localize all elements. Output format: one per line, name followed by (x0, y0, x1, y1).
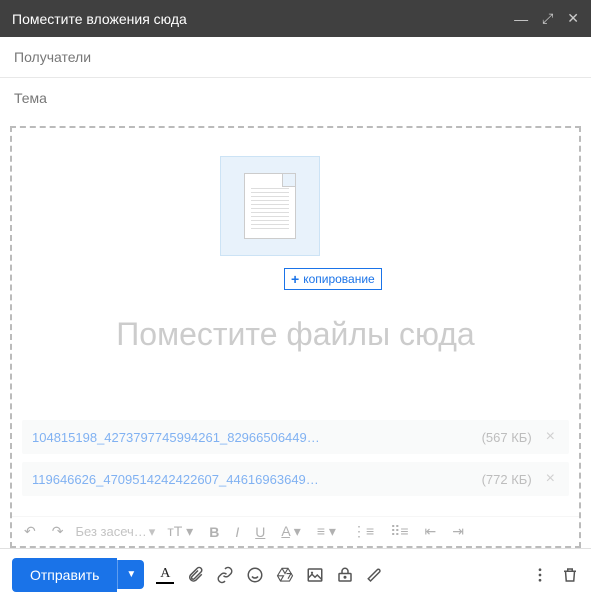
attachment-size: (567 КБ) (482, 430, 532, 445)
more-options-icon[interactable] (531, 566, 549, 584)
plus-icon: + (291, 271, 299, 287)
close-icon[interactable]: ✕ (567, 10, 579, 27)
bottom-toolbar: Отправить ▼ A (0, 548, 591, 600)
chevron-down-icon: ▾ (149, 524, 156, 540)
indent-less-icon[interactable]: ⇤ (421, 521, 441, 542)
bold-icon[interactable]: B (205, 522, 223, 542)
signature-icon[interactable] (366, 566, 384, 584)
attachment-size: (772 КБ) (482, 472, 532, 487)
header-title: Поместите вложения сюда (12, 11, 187, 27)
recipients-field[interactable]: Получатели (0, 37, 591, 78)
font-select[interactable]: Без засеч… ▾ (75, 524, 155, 540)
copy-badge: + копирование (284, 268, 382, 290)
link-icon[interactable] (216, 566, 234, 584)
subject-placeholder: Тема (14, 90, 47, 106)
indent-more-icon[interactable]: ⇥ (448, 521, 468, 542)
send-options-dropdown[interactable]: ▼ (117, 560, 144, 589)
discard-icon[interactable] (561, 566, 579, 584)
drive-icon[interactable] (276, 566, 294, 584)
text-color-icon[interactable]: A ▾ (277, 521, 305, 542)
attachment-row[interactable]: 104815198_4273797745994261_82966506449… … (22, 420, 569, 454)
attachments-list: 104815198_4273797745994261_82966506449… … (22, 420, 569, 504)
confidential-icon[interactable] (336, 566, 354, 584)
expand-icon[interactable]: ⤢ (542, 10, 553, 27)
font-size-icon[interactable]: тТ ▾ (163, 521, 197, 542)
align-icon[interactable]: ≡ ▾ (313, 521, 340, 542)
italic-icon[interactable]: I (231, 522, 243, 542)
subject-field[interactable]: Тема (0, 78, 591, 118)
send-button[interactable]: Отправить (12, 558, 117, 592)
emoji-icon[interactable] (246, 566, 264, 584)
numbered-list-icon[interactable]: ⋮≡ (348, 521, 378, 542)
drop-zone[interactable]: + копирование Поместите файлы сюда 10481… (10, 126, 581, 548)
attachment-name: 119646626_4709514242422607_44616963649… (32, 472, 476, 487)
attach-icon[interactable] (186, 566, 204, 584)
compose-header: Поместите вложения сюда — ⤢ ✕ (0, 0, 591, 37)
formatting-icon[interactable]: A (156, 566, 174, 584)
window-controls: — ⤢ ✕ (514, 10, 579, 27)
undo-icon[interactable]: ↶ (20, 521, 40, 542)
file-preview[interactable] (220, 156, 320, 256)
remove-attachment-icon[interactable]: × (542, 470, 559, 488)
underline-icon[interactable]: U (251, 522, 269, 542)
redo-icon[interactable]: ↷ (48, 521, 68, 542)
attachment-name: 104815198_4273797745994261_82966506449… (32, 430, 476, 445)
remove-attachment-icon[interactable]: × (542, 428, 559, 446)
document-icon (244, 173, 296, 239)
copy-label: копирование (303, 272, 375, 286)
image-icon[interactable] (306, 566, 324, 584)
minimize-icon[interactable]: — (514, 11, 528, 27)
format-toolbar: ↶ ↷ Без засеч… ▾ тТ ▾ B I U A ▾ ≡ ▾ ⋮≡ ⠿… (12, 516, 579, 546)
drop-text: Поместите файлы сюда (12, 316, 579, 353)
bullet-list-icon[interactable]: ⠿≡ (386, 521, 412, 542)
attachment-row[interactable]: 119646626_4709514242422607_44616963649… … (22, 462, 569, 496)
recipients-placeholder: Получатели (14, 49, 91, 65)
